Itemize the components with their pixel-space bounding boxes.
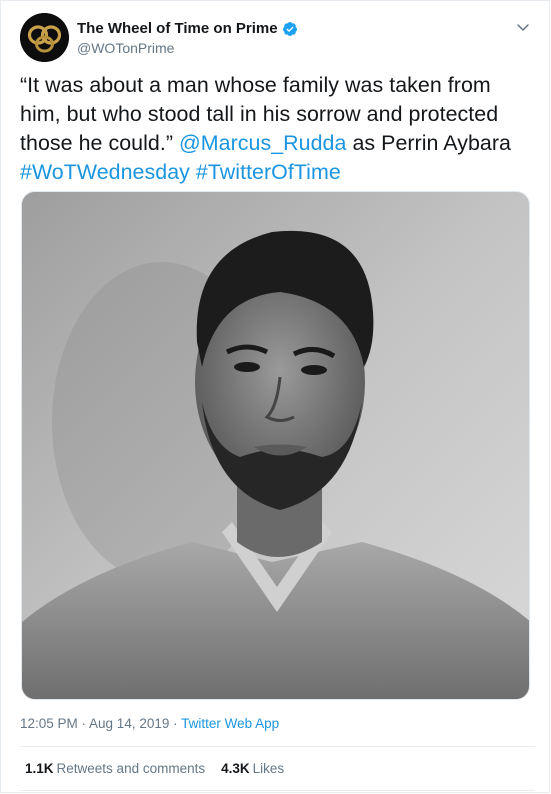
chevron-down-icon[interactable] bbox=[515, 19, 531, 35]
verified-badge-icon bbox=[282, 21, 298, 37]
likes-count: 4.3K bbox=[221, 761, 250, 776]
tweet-source-link[interactable]: Twitter Web App bbox=[181, 716, 279, 731]
author-handle[interactable]: @WOTonPrime bbox=[77, 40, 298, 56]
divider bbox=[20, 746, 535, 747]
avatar[interactable] bbox=[20, 13, 69, 62]
mention-link[interactable]: @Marcus_Rudda bbox=[179, 131, 346, 155]
tweet-header: The Wheel of Time on Prime @WOTonPrime bbox=[20, 13, 535, 69]
portrait-photo bbox=[22, 192, 529, 699]
tweet-meta: 12:05 PM · Aug 14, 2019 · Twitter Web Ap… bbox=[20, 716, 279, 731]
retweets-count: 1.1K bbox=[25, 761, 54, 776]
hashtag-link[interactable]: #WoTWednesday bbox=[20, 160, 190, 184]
wheel-of-time-logo-icon bbox=[20, 13, 69, 62]
tweet-card: The Wheel of Time on Prime @WOTonPrime “… bbox=[0, 0, 550, 793]
likes-stat[interactable]: 4.3K Likes bbox=[221, 761, 284, 776]
tweet-stats: 1.1K Retweets and comments 4.3K Likes bbox=[25, 761, 284, 776]
retweets-stat[interactable]: 1.1K Retweets and comments bbox=[25, 761, 205, 776]
retweets-label: Retweets and comments bbox=[56, 761, 206, 776]
meta-separator: · bbox=[169, 716, 182, 731]
divider bbox=[20, 790, 535, 791]
tweet-timestamp[interactable]: 12:05 PM · Aug 14, 2019 bbox=[20, 716, 169, 731]
tweet-text-tail: as Perrin Aybara bbox=[352, 131, 511, 155]
author-names: The Wheel of Time on Prime @WOTonPrime bbox=[77, 20, 298, 56]
tweet-text: “It was about a man whose family was tak… bbox=[20, 71, 535, 187]
tweet-media-photo[interactable] bbox=[21, 191, 530, 700]
hashtag-link[interactable]: #TwitterOfTime bbox=[196, 160, 341, 184]
display-name[interactable]: The Wheel of Time on Prime bbox=[77, 20, 278, 37]
likes-label: Likes bbox=[252, 761, 285, 776]
